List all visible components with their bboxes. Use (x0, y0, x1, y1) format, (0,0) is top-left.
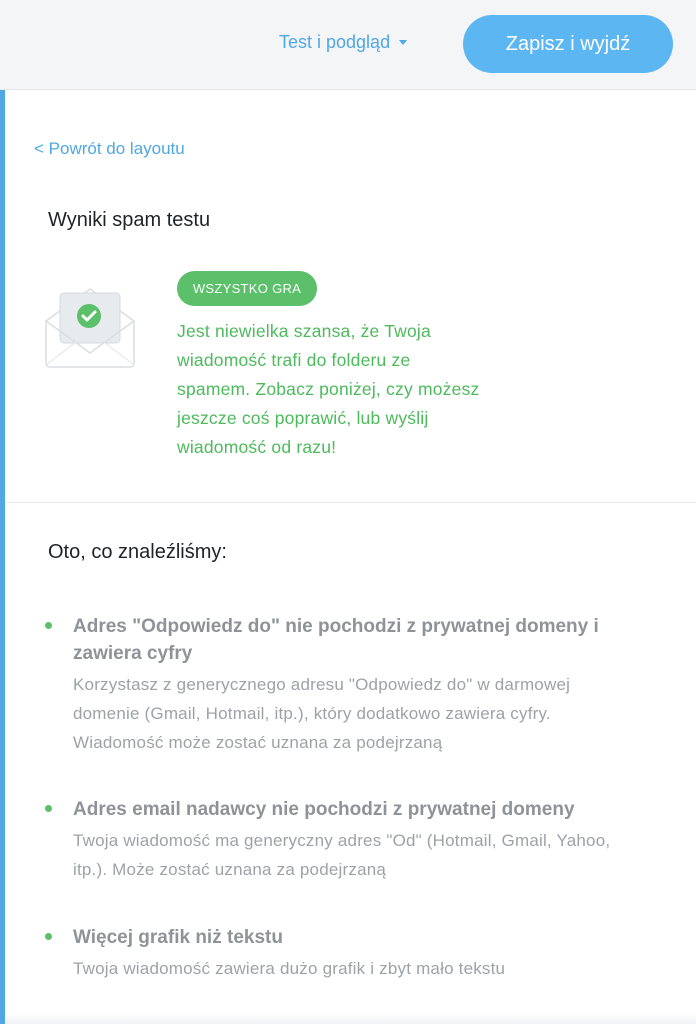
test-preview-dropdown[interactable]: Test i podgląd (279, 30, 408, 54)
finding-title-line: zawiera cyfry (73, 643, 193, 664)
finding-description: Korzystasz z generycznego adresu "Odpowi… (73, 670, 675, 757)
finding-title-line: Więcej grafik niż tekstu (73, 927, 283, 948)
finding-title: Adres "Odpowiedz do" nie pochodzi z pryw… (73, 613, 675, 667)
spam-test-panel: < Powrót do layoutu Wyniki spam testu WS… (5, 91, 696, 1024)
section-divider (5, 502, 696, 503)
result-line: wiadomość trafi do folderu ze (177, 350, 411, 370)
finding-description: Twoja wiadomość ma generyczny adres "Od"… (73, 826, 675, 884)
bullet-dot (45, 805, 52, 812)
bottom-edge-shadow (5, 1014, 696, 1024)
result-line: jeszcze coś poprawić, lub wyślij (177, 408, 429, 428)
bullet-dot (45, 933, 52, 940)
finding-desc-line: itp.). Może zostać uznana za podejrzaną (73, 860, 387, 879)
findings-heading: Oto, co znaleźliśmy: (48, 541, 227, 563)
finding-description: Twoja wiadomość zawiera dużo grafik i zb… (73, 954, 675, 983)
finding-title: Adres email nadawcy nie pochodzi z prywa… (73, 796, 675, 823)
result-line: wiadomość od razu! (177, 437, 337, 457)
result-line: Jest niewielka szansa, że Twoja (177, 321, 431, 341)
page-title: Wyniki spam testu (48, 209, 211, 231)
finding-item: Więcej grafik niż tekstu Twoja wiadomość… (45, 924, 675, 983)
spam-result-message: Jest niewielka szansa, że Twoja wiadomoś… (177, 317, 517, 462)
finding-desc-line: Wiadomość może zostać uznana za podejrza… (73, 733, 443, 752)
back-to-layout-link[interactable]: < Powrót do layoutu (34, 139, 185, 159)
finding-title: Więcej grafik niż tekstu (73, 924, 675, 951)
top-toolbar: Test i podgląd Zapisz i wyjdź (0, 0, 696, 90)
finding-item: Adres email nadawcy nie pochodzi z prywa… (45, 796, 675, 884)
finding-desc-line: Twoja wiadomość zawiera dużo grafik i zb… (73, 959, 506, 978)
result-line: spamem. Zobacz poniżej, czy możesz (177, 379, 480, 399)
finding-item: Adres "Odpowiedz do" nie pochodzi z pryw… (45, 613, 675, 757)
status-badge: WSZYSTKO GRA (177, 271, 317, 306)
save-and-exit-button[interactable]: Zapisz i wyjdź (463, 15, 673, 73)
finding-desc-line: Twoja wiadomość ma generyczny adres "Od"… (73, 831, 611, 850)
finding-desc-line: Korzystasz z generycznego adresu "Odpowi… (73, 675, 571, 694)
test-preview-label: Test i podgląd (279, 31, 391, 52)
envelope-check-icon (45, 288, 135, 368)
bullet-dot (45, 622, 52, 629)
caret-down-icon (399, 39, 408, 45)
finding-title-line: Adres "Odpowiedz do" nie pochodzi z pryw… (73, 616, 599, 637)
finding-title-line: Adres email nadawcy nie pochodzi z prywa… (73, 799, 575, 820)
finding-desc-line: domenie (Gmail, Hotmail, itp.), który do… (73, 704, 551, 723)
